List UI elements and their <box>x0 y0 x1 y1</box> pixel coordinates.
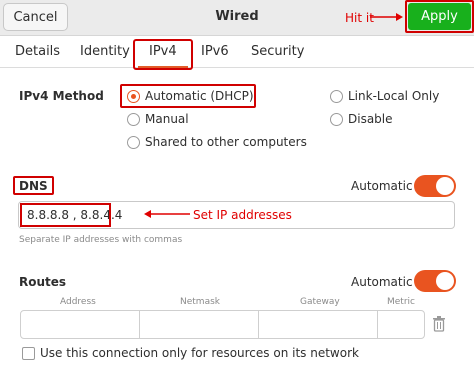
tab-identity[interactable]: Identity <box>80 44 130 59</box>
routes-automatic-toggle[interactable] <box>414 270 456 292</box>
route-gateway-input[interactable] <box>258 310 378 339</box>
dns-hint: Separate IP addresses with commas <box>19 235 183 245</box>
radio-disable[interactable]: Disable <box>330 112 393 126</box>
radio-unchecked-icon <box>330 89 343 103</box>
radio-manual[interactable]: Manual <box>127 112 189 126</box>
column-header-metric: Metric <box>387 297 415 307</box>
column-header-netmask: Netmask <box>180 297 220 307</box>
tab-bar: Details Identity IPv4 IPv6 Security <box>0 36 474 68</box>
radio-label: Shared to other computers <box>145 135 307 149</box>
radio-shared[interactable]: Shared to other computers <box>127 135 307 149</box>
radio-label: Link-Local Only <box>348 89 440 103</box>
annotation-tab-highlight <box>133 39 193 70</box>
dns-automatic-toggle[interactable] <box>414 175 456 197</box>
annotation-set-ip: Set IP addresses <box>193 208 292 222</box>
trash-icon[interactable] <box>432 316 446 332</box>
radio-unchecked-icon <box>127 112 140 126</box>
column-header-gateway: Gateway <box>300 297 340 307</box>
routes-automatic-label: Automatic <box>351 275 413 289</box>
header-bar: Cancel Wired Hit it Apply <box>0 0 474 36</box>
annotation-dhcp-highlight <box>120 84 256 108</box>
toggle-knob <box>436 272 454 290</box>
only-resources-checkbox[interactable]: Use this connection only for resources o… <box>22 346 359 360</box>
annotation-dns-highlight <box>13 176 54 195</box>
ipv4-method-label: IPv4 Method <box>19 89 104 103</box>
radio-label: Disable <box>348 112 393 126</box>
apply-button[interactable]: Apply <box>408 3 471 30</box>
radio-unchecked-icon <box>330 112 343 126</box>
annotation-arrow-icon <box>144 210 190 218</box>
tab-security[interactable]: Security <box>251 44 304 59</box>
route-netmask-input[interactable] <box>139 310 259 339</box>
annotation-dns-value-highlight <box>20 203 111 227</box>
checkbox-unchecked-icon <box>22 346 35 360</box>
radio-unchecked-icon <box>127 135 140 149</box>
radio-label: Manual <box>145 112 189 126</box>
tab-details[interactable]: Details <box>15 44 60 59</box>
checkbox-label: Use this connection only for resources o… <box>40 346 359 360</box>
radio-link-local-only[interactable]: Link-Local Only <box>330 89 439 103</box>
route-address-input[interactable] <box>20 310 140 339</box>
column-header-address: Address <box>60 297 96 307</box>
tab-ipv6[interactable]: IPv6 <box>201 44 229 59</box>
route-metric-input[interactable] <box>377 310 425 339</box>
toggle-knob <box>436 177 454 195</box>
dns-automatic-label: Automatic <box>351 179 413 193</box>
routes-label: Routes <box>19 275 67 289</box>
annotation-arrow-icon <box>370 13 403 21</box>
